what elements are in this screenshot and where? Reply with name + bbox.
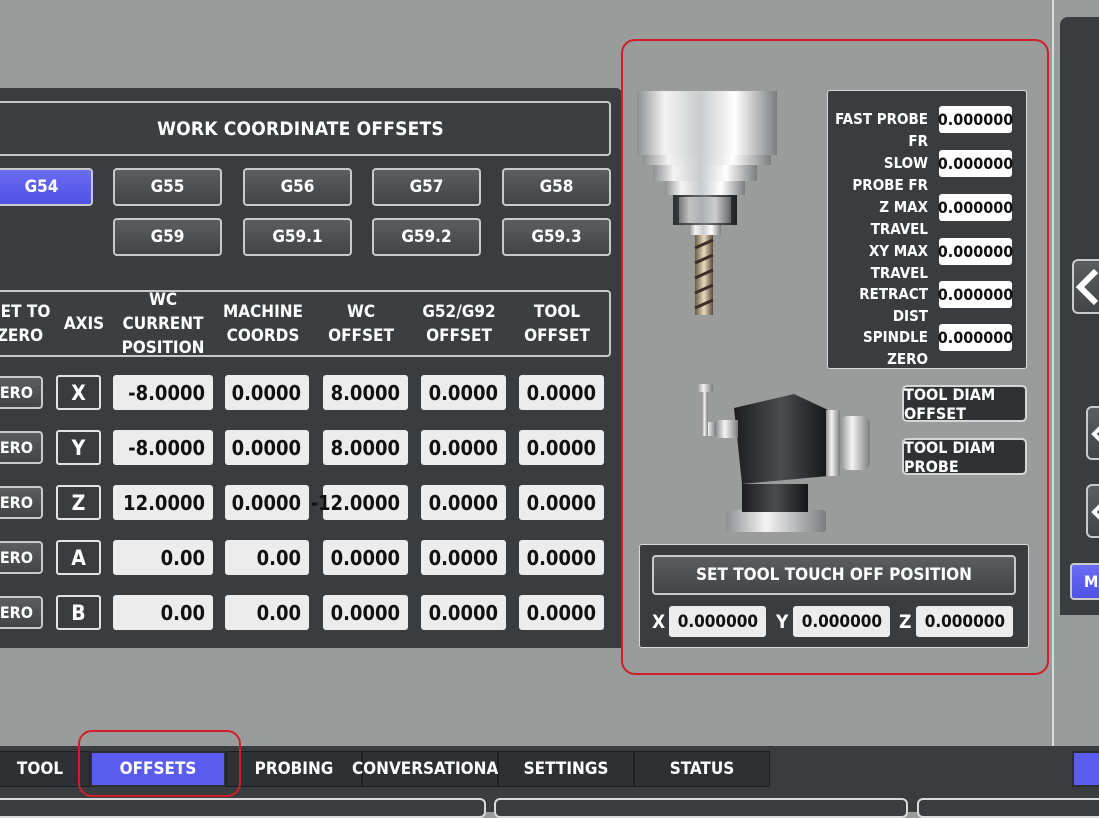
x-machine-coords: 0.0000 (225, 375, 309, 410)
lower-panel-left (0, 798, 486, 818)
z-max-travel-label: Z MAX TRAVEL (870, 198, 928, 238)
header-tool-offset: TOOL OFFSET (524, 302, 590, 346)
fast-probe-fr-input[interactable]: 0.000000 (938, 106, 1013, 133)
x-wc-offset[interactable]: 8.0000 (323, 375, 408, 410)
touch-y-label: Y (776, 611, 789, 633)
g59-button[interactable]: G59 (113, 218, 222, 256)
zero-x-button[interactable]: ZERO (0, 376, 43, 409)
g59-1-button[interactable]: G59.1 (243, 218, 352, 256)
header-wc-current-position: WC CURRENT POSITION (121, 290, 205, 358)
axis-label-b: B (56, 595, 101, 630)
axis-label-z: Z (56, 485, 101, 520)
edge-button-lower[interactable] (1086, 484, 1099, 538)
xy-max-travel-label: XY MAX TRAVEL (868, 242, 928, 282)
edge-button-upper[interactable] (1086, 406, 1099, 460)
zero-y-button[interactable]: ZERO (0, 431, 43, 464)
touch-x-label: X (652, 611, 666, 633)
arrow-left-icon (1075, 268, 1099, 306)
edge-ma-button[interactable]: MA (1070, 563, 1099, 600)
tab-settings[interactable]: SETTINGS (498, 751, 634, 787)
tool-diam-offset-button[interactable]: TOOL DIAM OFFSET (902, 385, 1027, 423)
slow-probe-fr-input[interactable]: 0.000000 (938, 150, 1013, 177)
y-g52-g92-offset: 0.0000 (421, 430, 506, 465)
g54-button[interactable]: G54 (0, 168, 93, 206)
z-max-travel-input[interactable]: 0.000000 (938, 194, 1013, 221)
header-machine-coords: MACHINE COORDS (222, 302, 304, 346)
tab-conversational[interactable]: CONVERSATIONAL (352, 751, 508, 787)
offsets-tab-highlight (78, 730, 241, 797)
spindle-endmill-icon (637, 91, 777, 315)
g59-2-button[interactable]: G59.2 (372, 218, 481, 256)
y-tool-offset: 0.0000 (519, 430, 604, 465)
b-g52-g92-offset: 0.0000 (421, 595, 506, 630)
z-machine-coords: 0.0000 (225, 485, 309, 520)
lower-panel-middle (494, 798, 908, 818)
y-wc-offset[interactable]: 8.0000 (323, 430, 408, 465)
a-wc-offset[interactable]: 0.0000 (323, 540, 408, 575)
touch-y-input[interactable]: 0.000000 (793, 606, 890, 637)
z-tool-offset: 0.0000 (519, 485, 604, 520)
header-axis: AXIS (63, 314, 105, 334)
b-wc-offset[interactable]: 0.0000 (323, 595, 408, 630)
x-tool-offset: 0.0000 (519, 375, 604, 410)
retract-dist-input[interactable]: 0.000000 (938, 281, 1013, 308)
axis-label-y: Y (56, 430, 101, 465)
a-tool-offset: 0.0000 (519, 540, 604, 575)
lower-panel-right (917, 798, 1099, 818)
wco-title: WORK COORDINATE OFFSETS (0, 101, 611, 156)
arrow-left-icon (1091, 426, 1099, 442)
touch-z-label: Z (899, 611, 912, 633)
retract-dist-label: RETRACT DIST (859, 285, 928, 325)
zero-z-button[interactable]: ZERO (0, 486, 43, 519)
edge-left-arrow-button[interactable] (1072, 259, 1099, 314)
arrow-left-icon (1091, 504, 1099, 520)
zero-b-button[interactable]: ZERO (0, 596, 43, 629)
z-wc-current-position: 12.0000 (113, 485, 213, 520)
header-wc-offset: WC OFFSET (328, 302, 394, 346)
g56-button[interactable]: G56 (243, 168, 352, 206)
touch-x-input[interactable]: 0.000000 (669, 606, 766, 637)
g58-button[interactable]: G58 (502, 168, 611, 206)
x-g52-g92-offset: 0.0000 (421, 375, 506, 410)
z-g52-g92-offset: 0.0000 (421, 485, 506, 520)
touch-z-input[interactable]: 0.000000 (916, 606, 1013, 637)
x-wc-current-position: -8.0000 (113, 375, 213, 410)
spindle-zero-input[interactable]: 0.000000 (938, 324, 1013, 351)
y-machine-coords: 0.0000 (225, 430, 309, 465)
tool-setter-icon (697, 384, 870, 532)
y-wc-current-position: -8.0000 (113, 430, 213, 465)
set-tool-touch-off-position-button[interactable]: SET TOOL TOUCH OFF POSITION (652, 555, 1016, 595)
b-machine-coords: 0.00 (225, 595, 309, 630)
a-wc-current-position: 0.00 (113, 540, 213, 575)
tab-probing[interactable]: PROBING (226, 751, 362, 787)
zero-a-button[interactable]: ZERO (0, 541, 43, 574)
xy-max-travel-input[interactable]: 0.000000 (938, 238, 1013, 265)
a-machine-coords: 0.00 (225, 540, 309, 575)
tab-status[interactable]: STATUS (634, 751, 770, 787)
header-set-to-zero: SET TO ZERO (0, 302, 51, 346)
axis-label-a: A (56, 540, 101, 575)
slow-probe-fr-label: SLOW PROBE FR (852, 154, 928, 194)
spindle-zero-label: SPINDLE ZERO (863, 328, 928, 368)
tool-diam-probe-button[interactable]: TOOL DIAM PROBE (902, 438, 1027, 476)
a-g52-g92-offset: 0.0000 (421, 540, 506, 575)
b-tool-offset: 0.0000 (519, 595, 604, 630)
g59-3-button[interactable]: G59.3 (502, 218, 611, 256)
fast-probe-fr-label: FAST PROBE FR (835, 110, 928, 150)
panel-divider (1052, 0, 1054, 746)
b-wc-current-position: 0.00 (113, 595, 213, 630)
tab-tool[interactable]: TOOL (0, 751, 90, 787)
axis-label-x: X (56, 375, 101, 410)
z-wc-offset[interactable]: -12.0000 (311, 485, 408, 520)
header-g52-g92-offset: G52/G92 OFFSET (422, 302, 496, 346)
g55-button[interactable]: G55 (113, 168, 222, 206)
g57-button[interactable]: G57 (372, 168, 481, 206)
edge-tab-button[interactable] (1072, 751, 1099, 787)
